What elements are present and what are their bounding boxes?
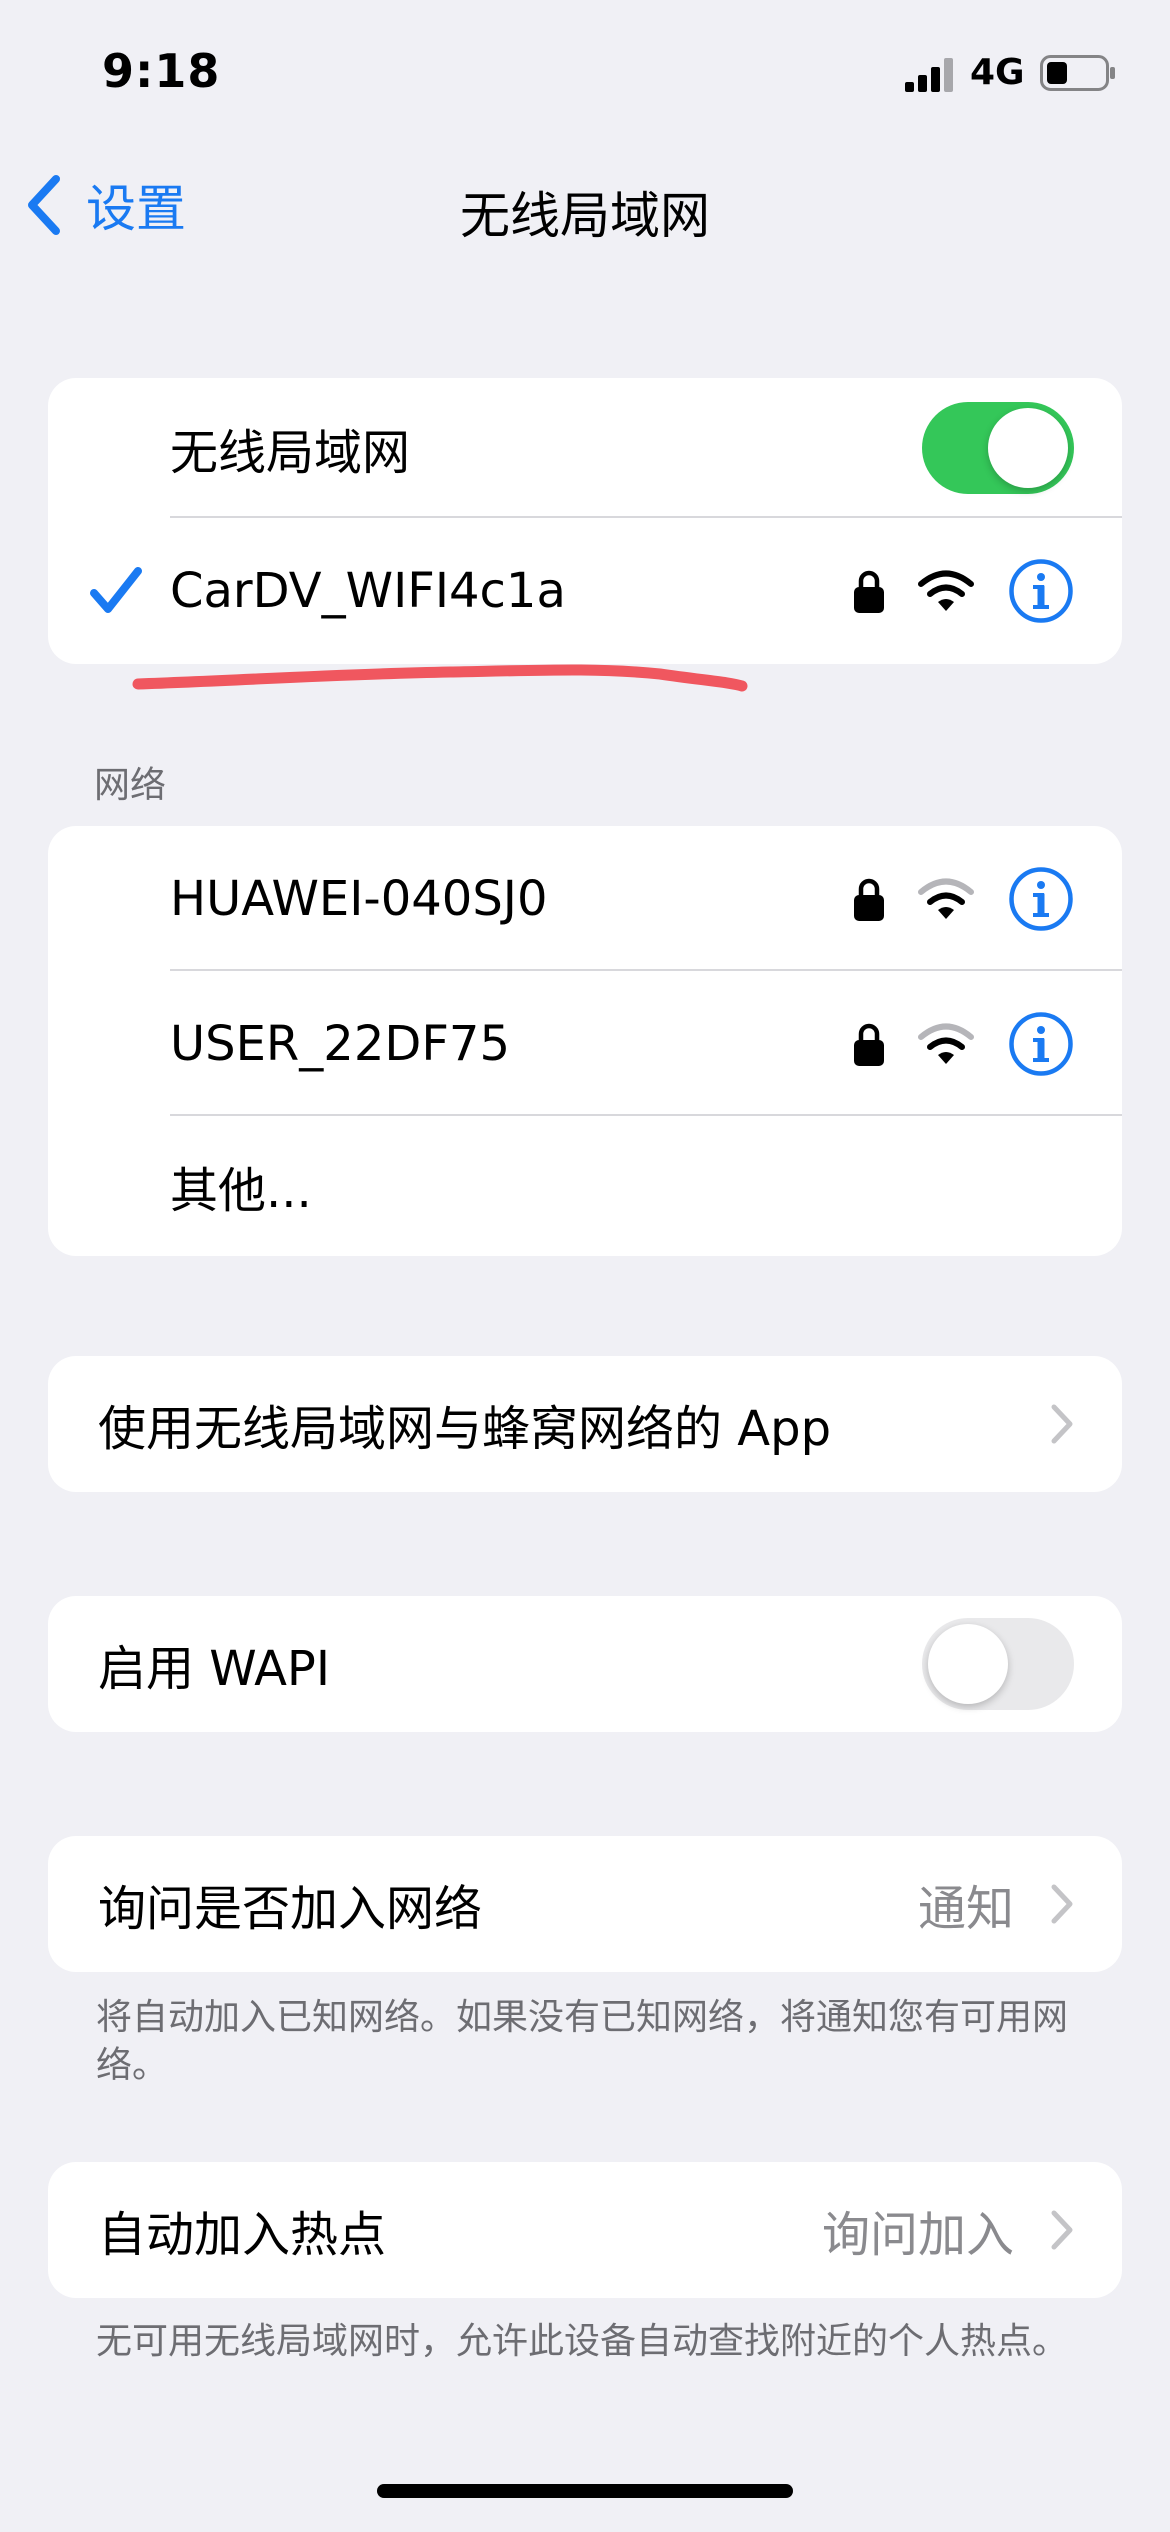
chevron-right-icon [1051,1884,1073,1924]
info-icon[interactable] [1008,866,1074,932]
wapi-toggle[interactable] [922,1618,1074,1710]
auto-join-hotspot-label: 自动加入热点 [98,2207,387,2263]
network-type: 4G [970,52,1025,93]
networks-group: HUAWEI-040SJ0 USER_22DF75 其他... [48,826,1122,1256]
wifi-group: 无线局域网 CarDV_WIFI4c1a [48,378,1122,664]
apps-group: 使用无线局域网与蜂窝网络的 App [48,1356,1122,1492]
status-bar: 9:18 4G [0,0,1170,140]
wifi-toggle-label: 无线局域网 [170,425,411,481]
wifi-settings-screen: 9:18 4G 设置 无线局域网 无线局域网 CarDV_WIFI4c1a 网络… [0,0,1170,2532]
lock-icon [854,878,884,921]
lock-icon [854,1023,884,1066]
ask-join-group: 询问是否加入网络 通知 [48,1836,1122,1972]
status-time: 9:18 [102,44,221,98]
other-network-row[interactable]: 其他... [48,1116,1122,1256]
other-network-label: 其他... [170,1163,312,1219]
wifi-signal-icon [918,570,974,611]
lock-icon [854,570,884,613]
network-row[interactable]: HUAWEI-040SJ0 [48,826,1122,971]
chevron-right-icon [1051,1404,1073,1444]
wapi-group: 启用 WAPI [48,1596,1122,1732]
ask-join-value: 通知 [917,1881,1014,1937]
wapi-row: 启用 WAPI [48,1596,1122,1732]
connected-network-row[interactable]: CarDV_WIFI4c1a [48,518,1122,664]
networks-section-header: 网络 [94,765,167,806]
ask-join-label: 询问是否加入网络 [98,1881,483,1937]
auto-join-hotspot-value: 询问加入 [821,2207,1014,2263]
info-icon[interactable] [1008,1011,1074,1077]
network-name: HUAWEI-040SJ0 [170,870,548,927]
info-icon[interactable] [1008,558,1074,624]
wifi-toggle-row: 无线局域网 [48,378,1122,518]
ask-join-row[interactable]: 询问是否加入网络 通知 [48,1836,1122,1972]
wapi-label: 启用 WAPI [98,1641,331,1697]
wifi-signal-icon [918,1023,974,1064]
cellular-signal-icon [905,58,953,92]
apps-using-wlan-row[interactable]: 使用无线局域网与蜂窝网络的 App [48,1356,1122,1492]
network-name: USER_22DF75 [170,1015,511,1072]
wifi-toggle[interactable] [922,402,1074,494]
page-title: 无线局域网 [460,187,710,245]
navigation-bar: 设置 无线局域网 [0,160,1170,250]
connected-network-name: CarDV_WIFI4c1a [170,563,566,619]
home-indicator [377,2484,793,2498]
battery-icon [1040,55,1115,91]
red-annotation-underline [132,664,748,692]
hotspot-footnote: 无可用无线局域网时，允许此设备自动查找附近的个人热点。 [96,2321,1069,2362]
auto-join-hotspot-row[interactable]: 自动加入热点 询问加入 [48,2162,1122,2298]
wifi-signal-icon [918,878,974,919]
chevron-right-icon [1051,2210,1073,2250]
apps-using-wlan-label: 使用无线局域网与蜂窝网络的 App [98,1401,832,1457]
ask-join-footnote: 将自动加入已知网络。如果没有已知网络，将通知您有可用网络。 [96,1997,1069,2086]
hotspot-group: 自动加入热点 询问加入 [48,2162,1122,2298]
network-row[interactable]: USER_22DF75 [48,971,1122,1116]
checkmark-icon [90,567,142,613]
